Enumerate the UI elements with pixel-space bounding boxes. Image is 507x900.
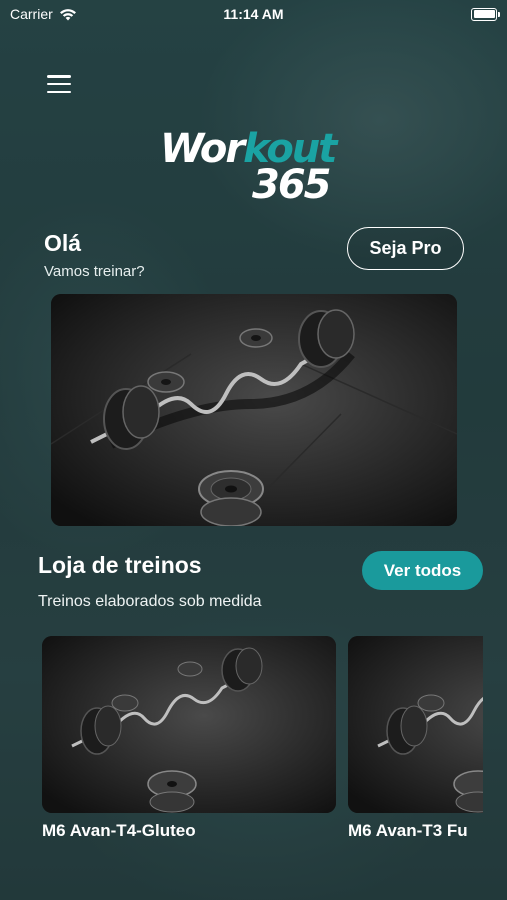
battery-icon: [471, 7, 500, 21]
status-bar: Carrier 11:14 AM: [0, 0, 507, 28]
workout-card-image: [348, 636, 483, 813]
workout-card-title: M6 Avan-T3 Fu: [348, 821, 468, 836]
store-section-title: Loja de treinos: [38, 552, 202, 578]
workout365-logo: Workout 365: [160, 126, 337, 208]
carrier-label: Carrier: [10, 6, 53, 22]
status-left: Carrier: [10, 6, 77, 22]
wifi-icon: [59, 8, 76, 20]
workout-card-image: [42, 636, 336, 813]
see-all-button[interactable]: Ver todos: [362, 551, 483, 590]
hero-barbell-image[interactable]: [51, 294, 457, 526]
menu-icon-bar: [47, 75, 71, 78]
workout-card[interactable]: M6 Avan-T4-Gluteo: [42, 636, 336, 836]
store-section-subtitle: Treinos elaborados sob medida: [38, 593, 262, 610]
greeting-title: Olá: [44, 230, 82, 256]
workout-carousel[interactable]: M6 Avan-T4-Gluteo M6 Avan-T3 Fu: [42, 636, 483, 836]
seja-pro-button[interactable]: Seja Pro: [347, 227, 464, 270]
menu-icon-bar: [47, 90, 71, 93]
greeting-subtitle: Vamos treinar?: [44, 263, 145, 280]
menu-icon-bar: [47, 82, 71, 86]
menu-button[interactable]: [44, 72, 74, 96]
workout-card-title: M6 Avan-T4-Gluteo: [42, 821, 196, 836]
workout-card[interactable]: M6 Avan-T3 Fu: [348, 636, 483, 836]
